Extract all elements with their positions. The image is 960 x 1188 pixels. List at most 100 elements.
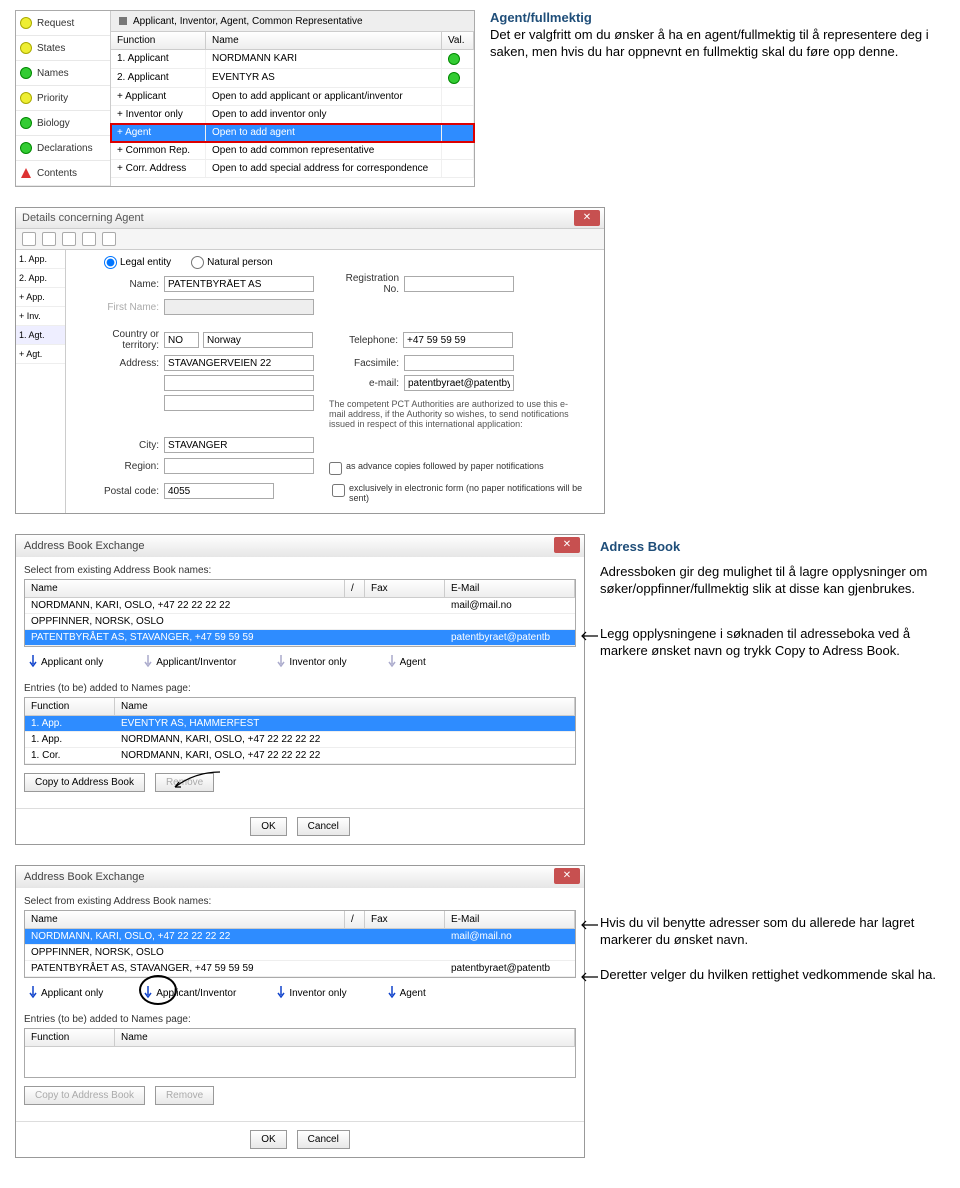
toolbar-icon[interactable] [22, 232, 36, 246]
table-row[interactable]: 2. ApplicantEVENTYR AS [111, 69, 474, 88]
table-row-selected[interactable]: 1. App.EVENTYR AS, HAMMERFEST [25, 716, 575, 732]
chk-electronic-only[interactable] [332, 484, 345, 497]
col-email[interactable]: E-Mail [445, 911, 575, 928]
abx-note-heading: Adress Book [600, 539, 945, 554]
col-name[interactable]: Name [206, 32, 442, 49]
table-row[interactable]: + Inventor onlyOpen to add inventor only [111, 106, 474, 124]
opt-agent[interactable]: Agent [387, 655, 426, 669]
ok-button[interactable]: OK [250, 817, 286, 836]
chk-advance-copies[interactable] [329, 462, 342, 475]
postal-field[interactable] [164, 483, 274, 499]
toolbar-icon[interactable] [102, 232, 116, 246]
opt-applicant-inventor[interactable]: Applicant/Inventor [143, 655, 236, 669]
toolbar-icon[interactable] [82, 232, 96, 246]
sidebar-item-declarations[interactable]: Declarations [16, 136, 110, 161]
col-name[interactable]: Name [115, 1029, 575, 1046]
label-postal: Postal code: [74, 486, 164, 497]
dialog-title: Details concerning Agent ✕ [16, 208, 604, 229]
col-name[interactable]: Name [25, 911, 345, 928]
remove-button[interactable]: Remove [155, 773, 214, 792]
col-val[interactable]: Val. [442, 32, 474, 49]
select-label: Select from existing Address Book names: [24, 896, 576, 907]
copy-to-address-book-button[interactable]: Copy to Address Book [24, 1086, 145, 1105]
telephone-field[interactable] [403, 332, 513, 348]
table-row[interactable]: PATENTBYRÅET AS, STAVANGER, +47 59 59 59… [25, 961, 575, 977]
table-row[interactable]: OPPFINNER, NORSK, OSLO [25, 614, 575, 630]
name-field[interactable] [164, 276, 314, 292]
city-field[interactable] [164, 437, 314, 453]
label-regno: Registration No. [329, 273, 404, 295]
col-function[interactable]: Function [25, 698, 115, 715]
address2-field[interactable] [164, 375, 314, 391]
list-item[interactable]: + Agt. [16, 345, 65, 364]
col-slash[interactable]: / [345, 911, 365, 928]
col-name[interactable]: Name [115, 698, 575, 715]
col-function[interactable]: Function [111, 32, 206, 49]
arrow-down-icon [28, 986, 38, 1000]
table-row[interactable]: NORDMANN, KARI, OSLO, +47 22 22 22 22mai… [25, 598, 575, 614]
sidebar-item-request[interactable]: Request [16, 11, 110, 36]
country-name-field[interactable] [203, 332, 313, 348]
list-item[interactable]: 1. Agt. [16, 326, 65, 345]
country-code-field[interactable] [164, 332, 199, 348]
sidebar-item-names[interactable]: Names [16, 61, 110, 86]
col-fax[interactable]: Fax [365, 580, 445, 597]
select-label: Select from existing Address Book names: [24, 565, 576, 576]
col-function[interactable]: Function [25, 1029, 115, 1046]
cancel-button[interactable]: Cancel [297, 1130, 350, 1149]
opt-applicant-inventor[interactable]: Applicant/Inventor [143, 986, 236, 1000]
names-grid-panel: Request States Names Priority Biology De… [15, 10, 475, 187]
list-item[interactable]: 2. App. [16, 269, 65, 288]
ok-icon [448, 72, 460, 84]
list-item[interactable]: + Inv. [16, 307, 65, 326]
sidebar-item-biology[interactable]: Biology [16, 111, 110, 136]
table-row-agent-selected[interactable]: + AgentOpen to add agent [111, 124, 474, 142]
warning-icon [20, 167, 32, 179]
table-row[interactable]: 1. Cor.NORDMANN, KARI, OSLO, +47 22 22 2… [25, 748, 575, 764]
opt-applicant-only[interactable]: Applicant only [28, 655, 103, 669]
table-row[interactable]: 1. ApplicantNORDMANN KARI [111, 50, 474, 69]
firstname-field[interactable] [164, 299, 314, 315]
fax-field[interactable] [404, 355, 514, 371]
ok-icon [448, 53, 460, 65]
sidebar-item-states[interactable]: States [16, 36, 110, 61]
address3-field[interactable] [164, 395, 314, 411]
table-row[interactable]: + ApplicantOpen to add applicant or appl… [111, 88, 474, 106]
table-row-selected[interactable]: NORDMANN, KARI, OSLO, +47 22 22 22 22mai… [25, 929, 575, 945]
cancel-button[interactable]: Cancel [297, 817, 350, 836]
copy-to-address-book-button[interactable]: Copy to Address Book [24, 773, 145, 792]
toolbar-icon[interactable] [42, 232, 56, 246]
col-fax[interactable]: Fax [365, 911, 445, 928]
col-name[interactable]: Name [25, 580, 345, 597]
col-email[interactable]: E-Mail [445, 580, 575, 597]
status-dot-icon [20, 142, 32, 154]
sidebar-item-priority[interactable]: Priority [16, 86, 110, 111]
table-row[interactable]: + Corr. AddressOpen to add special addre… [111, 160, 474, 178]
close-icon[interactable]: ✕ [574, 210, 600, 226]
list-item[interactable]: 1. App. [16, 250, 65, 269]
table-row-selected[interactable]: PATENTBYRÅET AS, STAVANGER, +47 59 59 59… [25, 630, 575, 646]
opt-inventor-only[interactable]: Inventor only [276, 986, 346, 1000]
table-row[interactable]: 1. App.NORDMANN, KARI, OSLO, +47 22 22 2… [25, 732, 575, 748]
remove-button[interactable]: Remove [155, 1086, 214, 1105]
panel-icon [117, 15, 129, 27]
opt-agent[interactable]: Agent [387, 986, 426, 1000]
regno-field[interactable] [404, 276, 514, 292]
radio-legal-entity[interactable]: Legal entity [104, 256, 171, 269]
col-slash[interactable]: / [345, 580, 365, 597]
ok-button[interactable]: OK [250, 1130, 286, 1149]
address-field[interactable] [164, 355, 314, 371]
region-field[interactable] [164, 458, 314, 474]
table-row[interactable]: OPPFINNER, NORSK, OSLO [25, 945, 575, 961]
sidebar-item-contents[interactable]: Contents [16, 161, 110, 186]
radio-natural-person[interactable]: Natural person [191, 256, 273, 269]
opt-applicant-only[interactable]: Applicant only [28, 986, 103, 1000]
close-icon[interactable]: ✕ [554, 537, 580, 553]
grid-header: Function Name [25, 698, 575, 716]
close-icon[interactable]: ✕ [554, 868, 580, 884]
email-field[interactable] [404, 375, 514, 391]
toolbar-icon[interactable] [62, 232, 76, 246]
table-row[interactable]: + Common Rep.Open to add common represen… [111, 142, 474, 160]
list-item[interactable]: + App. [16, 288, 65, 307]
opt-inventor-only[interactable]: Inventor only [276, 655, 346, 669]
